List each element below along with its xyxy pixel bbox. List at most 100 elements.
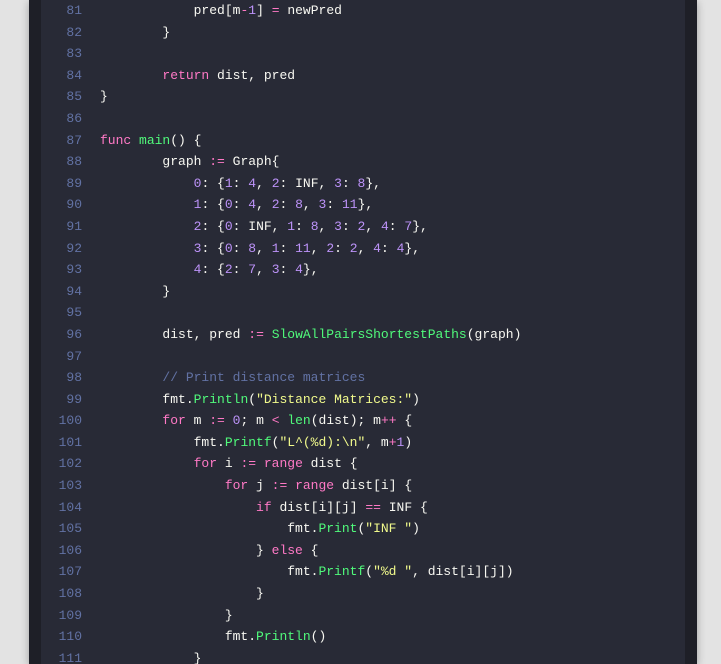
code-token: len <box>287 413 310 428</box>
line-number: 82 <box>41 22 82 44</box>
code-token: } <box>194 651 202 664</box>
code-token: 4 <box>248 197 256 212</box>
code-token: else <box>272 543 303 558</box>
code-token: : <box>233 219 249 234</box>
code-token: ++ <box>381 413 397 428</box>
code-token: { <box>404 413 412 428</box>
code-token: { <box>194 133 202 148</box>
code-line[interactable] <box>90 108 685 130</box>
code-token: func <box>100 133 131 148</box>
editor-container: 8182838485868788899091929394959697989910… <box>29 0 697 664</box>
code-token: () <box>311 629 327 644</box>
code-line[interactable]: 2: {0: INF, 1: 8, 3: 2, 4: 7}, <box>90 216 685 238</box>
code-line[interactable]: fmt.Println() <box>90 626 685 648</box>
code-line[interactable]: 3: {0: 8, 1: 11, 2: 2, 4: 4}, <box>90 238 685 260</box>
code-line[interactable]: } else { <box>90 540 685 562</box>
code-line[interactable]: pred[m-1] = newPred <box>90 0 685 22</box>
code-token: dist <box>428 564 459 579</box>
code-token: ] { <box>389 478 412 493</box>
code-line[interactable] <box>90 346 685 368</box>
code-token <box>303 543 311 558</box>
code-token: 2 <box>225 262 233 277</box>
code-token: [ <box>373 478 381 493</box>
code-token: : { <box>201 241 224 256</box>
line-number: 105 <box>41 518 82 540</box>
code-token: : <box>295 219 311 234</box>
code-token: ]) <box>498 564 514 579</box>
code-token: // Print distance matrices <box>162 370 365 385</box>
line-number: 93 <box>41 259 82 281</box>
code-token: { <box>272 154 280 169</box>
code-token: newPred <box>280 3 342 18</box>
code-token: . <box>186 392 194 407</box>
code-token: : { <box>201 197 224 212</box>
code-line[interactable]: 0: {1: 4, 2: INF, 3: 8}, <box>90 173 685 195</box>
code-line[interactable]: func main() { <box>90 130 685 152</box>
code-area[interactable]: pred[m-1] = newPred } return dist, pred}… <box>90 0 685 664</box>
code-token: : <box>342 219 358 234</box>
line-number: 87 <box>41 130 82 152</box>
code-line[interactable] <box>90 43 685 65</box>
code-token: 8 <box>311 219 319 234</box>
code-token: , <box>256 197 272 212</box>
code-line[interactable]: fmt.Printf("L^(%d):\n", m+1) <box>90 432 685 454</box>
code-token: ( <box>311 413 319 428</box>
code-line[interactable]: dist, pred := SlowAllPairsShortestPaths(… <box>90 324 685 346</box>
code-token <box>186 133 194 148</box>
code-token: , <box>256 262 272 277</box>
code-line[interactable]: for i := range dist { <box>90 453 685 475</box>
code-line[interactable]: 1: {0: 4, 2: 8, 3: 11}, <box>90 194 685 216</box>
code-token: Println <box>194 392 249 407</box>
code-token: , <box>311 241 327 256</box>
code-line[interactable] <box>90 302 685 324</box>
code-line[interactable]: for m := 0; m < len(dist); m++ { <box>90 410 685 432</box>
code-token: : <box>342 176 358 191</box>
code-line[interactable]: return dist, pred <box>90 65 685 87</box>
code-token: ) <box>514 327 522 342</box>
code-token: Println <box>256 629 311 644</box>
code-token: ); <box>350 413 373 428</box>
line-number: 100 <box>41 410 82 432</box>
code-line[interactable]: for j := range dist[i] { <box>90 475 685 497</box>
code-token: : <box>233 197 249 212</box>
code-token: 1 <box>225 176 233 191</box>
code-token: 4 <box>381 219 389 234</box>
code-token: pred <box>256 68 295 83</box>
code-token: dist <box>272 500 311 515</box>
code-line[interactable]: } <box>90 583 685 605</box>
code-editor[interactable]: 8182838485868788899091929394959697989910… <box>41 0 685 664</box>
line-number: 84 <box>41 65 82 87</box>
code-token: : { <box>201 219 224 234</box>
code-line[interactable]: if dist[i][j] == INF { <box>90 497 685 519</box>
code-line[interactable]: } <box>90 648 685 664</box>
code-token: . <box>217 435 225 450</box>
code-token: } <box>256 586 264 601</box>
code-token: , <box>358 241 374 256</box>
code-line[interactable]: fmt.Printf("%d ", dist[i][j]) <box>90 561 685 583</box>
code-token: , <box>319 176 335 191</box>
code-line[interactable]: fmt.Println("Distance Matrices:") <box>90 389 685 411</box>
code-token: , <box>319 219 335 234</box>
code-token <box>131 133 139 148</box>
code-line[interactable]: } <box>90 605 685 627</box>
code-token: : <box>280 176 296 191</box>
code-line[interactable]: fmt.Print("INF ") <box>90 518 685 540</box>
code-token: 0 <box>225 241 233 256</box>
code-token: 3 <box>272 262 280 277</box>
code-token: 3 <box>334 176 342 191</box>
code-line[interactable]: } <box>90 86 685 108</box>
code-line[interactable]: } <box>90 22 685 44</box>
code-token: INF <box>295 176 318 191</box>
line-number: 97 <box>41 346 82 368</box>
code-line[interactable]: // Print distance matrices <box>90 367 685 389</box>
code-token: , <box>303 197 319 212</box>
code-token: ) <box>412 521 420 536</box>
code-line[interactable]: 4: {2: 7, 3: 4}, <box>90 259 685 281</box>
code-line[interactable]: } <box>90 281 685 303</box>
code-token: INF <box>248 219 271 234</box>
code-token: : <box>233 262 249 277</box>
code-line[interactable]: graph := Graph{ <box>90 151 685 173</box>
code-token: 4 <box>295 262 303 277</box>
code-token: : { <box>201 176 224 191</box>
line-number: 91 <box>41 216 82 238</box>
